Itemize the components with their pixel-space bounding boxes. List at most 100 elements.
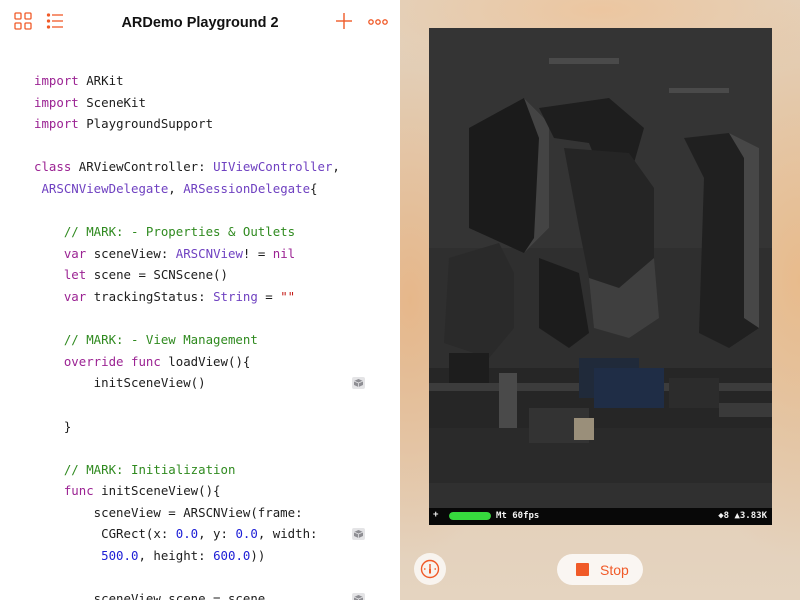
code-token: String [213,288,258,304]
code-token: , height: [138,548,214,564]
code-token: )) [250,548,266,564]
code-line: var trackingStatus: String = "" [34,286,394,308]
code-text-area[interactable]: import ARKit import SceneKit import Playgr… [34,70,394,600]
code-token: CGRect(x: [34,526,176,542]
ar-statistics-bar: + Mt 60fps ◆8 ▲3.83K [429,508,772,525]
code-token: // MARK: - Properties & Outlets [63,224,296,240]
speedometer-icon [420,559,440,579]
code-token: nil [272,245,296,261]
code-line: // MARK: - View Management [34,329,394,351]
code-token: , y: [198,526,236,542]
navigation-bar: ARDemo Playground 2 [0,0,400,46]
code-token: func [131,353,161,369]
code-line: CGRect(x: 0.0, y: 0.0, width: [34,523,394,545]
speedometer-button[interactable] [414,553,446,585]
code-token: sceneView.scene = scene [34,591,266,600]
code-token: func [63,483,94,499]
code-line: import PlaygroundSupport [34,113,394,135]
code-token: UIViewController [213,159,333,175]
code-token: sceneView = ARSCNView(frame: [34,504,303,520]
code-line: // MARK: - Properties & Outlets [34,221,394,243]
stop-icon [576,563,589,576]
code-line: ARSCNViewDelegate, ARSessionDelegate{ [34,178,394,200]
code-token: initSceneView() [34,375,206,391]
result-view-icon[interactable] [352,377,365,390]
code-line: override func loadView(){ [34,351,394,373]
code-token: , [168,180,184,196]
code-line: sceneView = ARSCNView(frame: [34,502,394,524]
more-icon[interactable] [368,12,388,32]
code-token: sceneView: [86,245,176,261]
code-token: ! = [242,245,273,261]
code-token: = [257,288,281,304]
code-line: func initSceneView(){ [34,480,394,502]
code-token: import [34,116,79,132]
code-token: class [34,159,72,175]
stop-button[interactable]: Stop [557,554,643,585]
fps-meter [449,512,491,520]
code-token: ARSCNView [175,245,243,261]
code-token: var [63,288,87,304]
code-token: // MARK: - View Management [63,332,258,348]
code-line: var sceneView: ARSCNView! = nil [34,243,394,265]
code-token: SceneKit [78,94,146,110]
code-token: ARSessionDelegate [183,180,311,196]
code-line: 500.0, height: 600.0)) [34,545,394,567]
code-token: import [34,73,79,88]
code-line: // MARK: Initialization [34,459,394,481]
code-token: 0.0 [175,526,199,542]
code-token: , [332,159,340,175]
code-token: trackingStatus: [86,288,214,304]
ar-camera-view[interactable]: + Mt 60fps ◆8 ▲3.83K [429,28,772,525]
stats-expand-toggle[interactable]: + [433,510,438,520]
code-token: } [34,418,72,434]
code-token: let [63,267,87,283]
code-token: 0.0 [235,526,258,542]
code-token: { [310,180,318,196]
code-line: sceneView.scene = scene [34,588,394,600]
fps-label: Mt 60fps [496,511,540,521]
code-line: import ARKit [34,70,394,92]
code-token: import [34,94,79,110]
result-view-icon[interactable] [352,593,365,600]
code-line: class ARViewController: UIViewController… [34,156,394,178]
code-token: ARSCNViewDelegate [41,180,169,196]
code-token: "" [280,288,296,304]
result-view-icon[interactable] [352,528,365,541]
code-line: import SceneKit [34,92,394,114]
scene-counts: ◆8 ▲3.83K [718,511,767,521]
code-token: override [63,353,124,369]
live-view-pane: + Mt 60fps ◆8 ▲3.83K Stop [400,0,800,600]
code-token: 600.0 [213,548,251,564]
fps-meter-fill [449,512,491,520]
plus-icon[interactable] [335,12,355,32]
code-token: PlaygroundSupport [78,116,214,132]
ar-scene-image [429,28,772,525]
code-line: initSceneView() [34,372,394,394]
code-token: ARKit [78,73,124,88]
code-token: // MARK: Initialization [63,461,236,477]
code-token: 500.0 [101,548,139,564]
code-line: let scene = SCNScene() [34,264,394,286]
code-token: , width: [257,526,318,542]
code-editor-pane: ARDemo Playground 2 import ARKit import S… [0,0,400,600]
stop-button-label: Stop [600,562,629,578]
code-token: ARViewController: [71,159,214,175]
code-token: initSceneView(){ [93,483,221,499]
code-token: loadView(){ [160,353,251,369]
code-token: var [63,245,87,261]
